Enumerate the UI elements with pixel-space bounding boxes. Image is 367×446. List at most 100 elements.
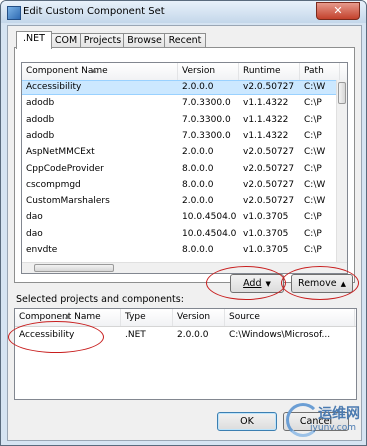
- table-cell: Accessibility: [19, 330, 75, 340]
- table-cell: v2.0.50727: [243, 179, 295, 190]
- app-icon: [7, 6, 21, 20]
- table-cell: v1.1.4322: [243, 114, 289, 125]
- table-cell: AspNetMMCExt: [26, 147, 95, 158]
- dialog-window: Edit Custom Component Set ✕ .NET COM Pro…: [0, 0, 367, 446]
- table-cell: v2.0.50727: [243, 196, 295, 207]
- table-cell: C:\P: [304, 245, 322, 255]
- col-type[interactable]: Type: [121, 309, 173, 326]
- tab-com[interactable]: COM: [50, 33, 82, 48]
- table-row[interactable]: dao 10.0.4504.0 v1.0.3705 C:\P: [22, 211, 347, 224]
- sort-ascending-icon: ▲: [92, 67, 97, 74]
- table-row[interactable]: dao 10.0.4504.0 v1.0.3705 C:\P: [22, 228, 347, 241]
- table-cell: 2.0.0.0: [177, 330, 209, 340]
- table-row[interactable]: Accessibility 2.0.0.0 v2.0.50727 C:\W: [22, 80, 347, 95]
- ok-button[interactable]: OK: [217, 412, 277, 431]
- scroll-thumb[interactable]: [338, 82, 346, 104]
- table-row[interactable]: CppCodeProvider 8.0.0.0 v2.0.50727 C:\P: [22, 163, 347, 176]
- chevron-up-icon: ▲: [340, 280, 346, 288]
- col-selected-version[interactable]: Version: [173, 309, 225, 326]
- tab-recent[interactable]: Recent: [164, 33, 206, 48]
- tab-browse[interactable]: Browse: [123, 33, 166, 48]
- table-cell: adodb: [26, 130, 55, 141]
- table-cell: 8.0.0.0: [182, 179, 214, 190]
- table-cell: C:\P: [304, 130, 322, 141]
- close-button[interactable]: ✕: [316, 2, 360, 20]
- table-cell: C:\P: [304, 228, 322, 239]
- table-cell: C:\P: [304, 163, 322, 174]
- col-source[interactable]: Source: [225, 309, 355, 326]
- col-version[interactable]: Version: [178, 63, 239, 80]
- table-row[interactable]: envdte 8.0.0.0 v1.0.3705 C:\P: [22, 244, 347, 257]
- table-cell: 2.0.0.0: [182, 147, 214, 158]
- table-cell: dao: [26, 228, 43, 239]
- table-cell: v2.0.50727: [243, 82, 295, 92]
- table-cell: dao: [26, 212, 43, 223]
- table-cell: v1.0.3705: [243, 228, 289, 239]
- table-cell: v1.1.4322: [243, 130, 289, 141]
- table-cell: v1.0.3705: [243, 245, 289, 255]
- add-button-label: Add: [243, 278, 262, 289]
- table-row[interactable]: AspNetMMCExt 2.0.0.0 v2.0.50727 C:\W: [22, 146, 347, 159]
- horizontal-scrollbar[interactable]: [22, 262, 347, 273]
- table-row[interactable]: adodb 7.0.3300.0 v1.1.4322 C:\P: [22, 97, 347, 110]
- table-cell: adodb: [26, 98, 55, 109]
- hscroll-thumb[interactable]: [34, 264, 114, 272]
- table-cell: 7.0.3300.0: [182, 130, 231, 141]
- table-row[interactable]: adodb 7.0.3300.0 v1.1.4322 C:\P: [22, 114, 347, 127]
- col-selected-name[interactable]: ▲ Component Name: [15, 309, 121, 326]
- remove-button-label: Remove: [298, 278, 337, 289]
- table-row[interactable]: cscompmgd 8.0.0.0 v2.0.50727 C:\W: [22, 179, 347, 192]
- watermark-brand: 运维网: [318, 406, 360, 422]
- table-row[interactable]: CustomMarshalers 2.0.0.0 v2.0.50727 C:\W: [22, 195, 347, 208]
- table-row[interactable]: adodb 7.0.3300.0 v1.1.4322 C:\P: [22, 130, 347, 143]
- tab-panel: ▲ Component Name Version Runtime Path Ac…: [14, 47, 355, 283]
- watermark-logo: 运维网 iyunv.com: [286, 401, 360, 441]
- table-cell: 10.0.4504.0: [182, 228, 237, 239]
- selected-list-header: ▲ Component Name Type Version Source: [15, 309, 356, 327]
- tab-projects[interactable]: Projects: [80, 33, 125, 48]
- col-path[interactable]: Path: [300, 63, 340, 80]
- table-cell: C:\W: [304, 82, 326, 92]
- table-cell: .NET: [125, 330, 146, 340]
- table-cell: C:\P: [304, 114, 322, 125]
- sort-ascending-icon: ▲: [65, 313, 70, 320]
- selected-components-list[interactable]: ▲ Component Name Type Version Source Acc…: [14, 308, 357, 400]
- table-cell: v2.0.50727: [243, 147, 295, 158]
- table-cell: 7.0.3300.0: [182, 114, 231, 125]
- window-title: Edit Custom Component Set: [23, 6, 165, 17]
- component-list[interactable]: ▲ Component Name Version Runtime Path Ac…: [21, 62, 348, 274]
- selected-components-label: Selected projects and components:: [16, 294, 184, 305]
- add-button[interactable]: Add ▼: [230, 274, 284, 293]
- watermark-site: iyunv.com: [310, 423, 356, 433]
- table-cell: 7.0.3300.0: [182, 98, 231, 109]
- table-cell: C:\W: [304, 147, 326, 158]
- table-cell: 2.0.0.0: [182, 196, 214, 207]
- col-runtime[interactable]: Runtime: [239, 63, 300, 80]
- table-cell: C:\Windows\Microsof...: [229, 330, 331, 340]
- table-cell: 2.0.0.0: [182, 82, 214, 92]
- table-cell: 8.0.0.0: [182, 163, 214, 174]
- col-label: Component Name: [19, 312, 101, 322]
- remove-button[interactable]: Remove ▲: [291, 274, 353, 293]
- table-cell: C:\P: [304, 98, 322, 109]
- table-cell: Accessibility: [26, 82, 82, 92]
- table-cell: cscompmgd: [26, 179, 81, 190]
- table-cell: adodb: [26, 114, 55, 125]
- vertical-scrollbar[interactable]: [336, 80, 347, 262]
- table-cell: C:\P: [304, 212, 322, 223]
- table-cell: 8.0.0.0: [182, 245, 214, 255]
- component-list-header: ▲ Component Name Version Runtime Path: [22, 63, 347, 81]
- table-row[interactable]: Accessibility .NET 2.0.0.0 C:\Windows\Micro…: [15, 329, 356, 342]
- title-bar[interactable]: Edit Custom Component Set ✕: [1, 1, 366, 23]
- table-cell: 10.0.4504.0: [182, 212, 237, 223]
- table-cell: v1.0.3705: [243, 212, 289, 223]
- table-cell: C:\W: [304, 196, 326, 207]
- chevron-down-icon: ▼: [265, 280, 271, 288]
- table-cell: envdte: [26, 245, 58, 255]
- table-cell: v1.1.4322: [243, 98, 289, 109]
- tab-dotnet[interactable]: .NET: [16, 31, 52, 49]
- dialog-client: .NET COM Projects Browse Recent ▲ Compon…: [7, 25, 362, 441]
- col-component-name[interactable]: ▲ Component Name: [22, 63, 178, 80]
- table-cell: v2.0.50727: [243, 163, 295, 174]
- table-cell: CppCodeProvider: [26, 163, 104, 174]
